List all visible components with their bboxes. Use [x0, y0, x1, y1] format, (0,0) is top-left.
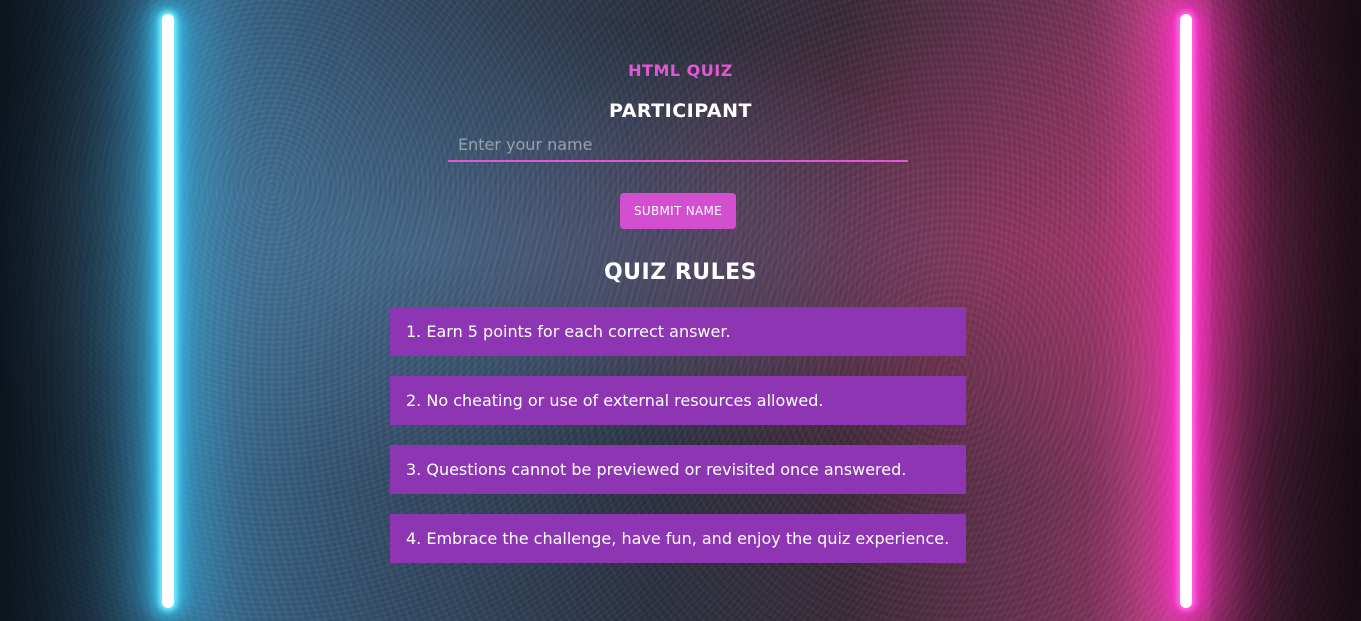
rule-item: 3. Questions cannot be previewed or revi… — [390, 445, 966, 494]
submit-name-button[interactable]: SUBMIT NAME — [620, 193, 736, 229]
rule-item: 4. Embrace the challenge, have fun, and … — [390, 514, 966, 563]
rule-item: 2. No cheating or use of external resour… — [390, 376, 966, 425]
name-input[interactable] — [448, 128, 908, 162]
rule-item: 1. Earn 5 points for each correct answer… — [390, 307, 966, 356]
right-shadow — [1211, 0, 1361, 621]
left-shadow — [0, 0, 150, 621]
rules-heading: QUIZ RULES — [603, 260, 758, 285]
app-title: HTML QUIZ — [628, 61, 733, 80]
participant-heading: PARTICIPANT — [609, 100, 752, 122]
